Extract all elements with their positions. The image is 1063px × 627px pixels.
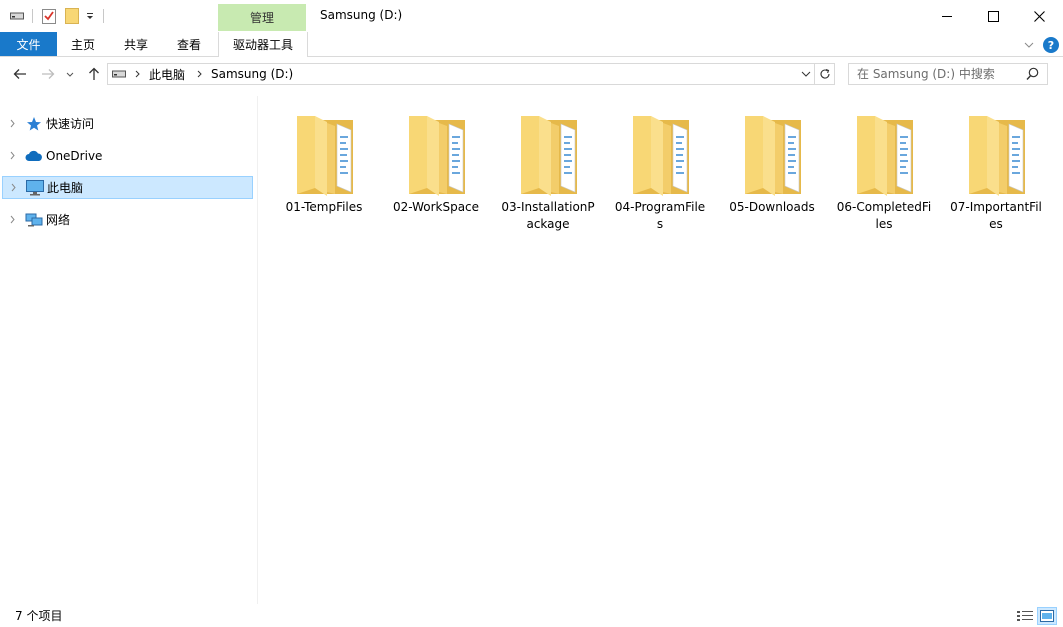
folder-item[interactable]: 03-InstallationPackage [500, 110, 596, 233]
expand-chevron-icon[interactable] [2, 151, 22, 160]
new-folder-icon[interactable] [64, 7, 80, 25]
status-bar: 7 个项目 [0, 604, 1063, 627]
minimize-button[interactable] [924, 0, 970, 32]
folder-item[interactable]: 04-ProgramFiles [612, 110, 708, 233]
folder-icon [627, 110, 693, 196]
maximize-button[interactable] [970, 0, 1016, 32]
breadcrumb-drive[interactable]: Samsung (D:) [211, 67, 293, 81]
folder-name: 03-InstallationPackage [501, 200, 595, 231]
refresh-icon [820, 68, 830, 79]
expand-chevron-icon[interactable] [2, 215, 22, 224]
folder-name: 01-TempFiles [285, 200, 363, 214]
tab-home[interactable]: 主页 [57, 32, 109, 56]
folder-icon [963, 110, 1029, 196]
folder-icon [403, 110, 469, 196]
expand-ribbon-button[interactable] [1022, 38, 1036, 52]
breadcrumb-separator-icon[interactable] [135, 70, 140, 78]
folder-icon [291, 110, 357, 196]
close-icon [1033, 10, 1045, 22]
properties-icon[interactable] [41, 7, 57, 25]
minimize-icon [942, 16, 952, 17]
back-button[interactable] [10, 64, 30, 84]
close-button[interactable] [1016, 0, 1062, 32]
chevron-down-icon [1024, 42, 1034, 48]
ribbon-tab-bar: 文件 主页 共享 查看 驱动器工具 [0, 32, 1063, 57]
address-bar[interactable]: 此电脑 Samsung (D:) [107, 63, 835, 85]
folder-item[interactable]: 06-CompletedFiles [836, 110, 932, 233]
sidebar-item-label: OneDrive [46, 148, 103, 163]
folder-item[interactable]: 07-ImportantFiles [948, 110, 1044, 233]
folder-name: 02-WorkSpace [392, 200, 480, 214]
sidebar-item-network[interactable]: 网络 [2, 208, 253, 231]
tab-drive-tools[interactable]: 驱动器工具 [218, 32, 308, 57]
navigation-pane: 快速访问 OneDrive 此电脑 网络 [0, 96, 258, 604]
large-icons-view-button[interactable] [1037, 607, 1057, 625]
forward-button[interactable] [38, 64, 58, 84]
sidebar-item-label: 快速访问 [46, 117, 95, 131]
address-history-button[interactable] [798, 64, 814, 84]
large-icons-view-icon [1040, 610, 1054, 622]
sidebar-item-label: 网络 [46, 213, 71, 227]
folder-name: 05-Downloads [729, 200, 815, 214]
refresh-button[interactable] [814, 64, 834, 84]
arrow-left-icon [13, 69, 26, 79]
drive-icon[interactable] [9, 7, 25, 25]
folder-item[interactable]: 05-Downloads [724, 110, 820, 216]
quick-access-separator [103, 9, 104, 23]
breadcrumb-this-pc[interactable]: 此电脑 [149, 66, 185, 83]
folder-name: 04-ProgramFiles [614, 200, 706, 231]
folder-item[interactable]: 02-WorkSpace [388, 110, 484, 216]
folder-name: 07-ImportantFiles [950, 200, 1042, 231]
file-list: 01-TempFiles 02-WorkSpace 03-Installatio… [258, 96, 1063, 604]
cloud-icon [24, 147, 44, 165]
up-button[interactable] [84, 64, 104, 84]
quick-access-separator [32, 9, 33, 23]
folder-item[interactable]: 01-TempFiles [276, 110, 372, 216]
chevron-down-icon [801, 71, 811, 77]
search-icon[interactable] [1026, 67, 1039, 84]
item-count: 7 个项目 [15, 609, 63, 623]
sidebar-item-onedrive[interactable]: OneDrive [2, 144, 253, 167]
breadcrumb-separator-icon[interactable] [197, 70, 202, 78]
recent-locations-button[interactable] [63, 64, 77, 84]
network-icon [24, 211, 44, 229]
folder-icon [851, 110, 917, 196]
help-button[interactable]: ? [1043, 37, 1059, 53]
drive-icon [112, 70, 126, 78]
star-icon [24, 115, 44, 133]
maximize-icon [987, 10, 999, 22]
details-view-icon [1017, 611, 1033, 621]
arrow-right-icon [42, 69, 55, 79]
search-box[interactable] [848, 63, 1048, 85]
context-tab-group-manage: 管理 [218, 4, 306, 31]
tab-view[interactable]: 查看 [163, 32, 215, 56]
folder-icon [739, 110, 805, 196]
arrow-up-icon [89, 67, 99, 80]
customize-quick-access-icon[interactable] [84, 7, 96, 25]
sidebar-item-this-pc[interactable]: 此电脑 [2, 176, 253, 199]
folder-name: 06-CompletedFiles [836, 200, 932, 231]
chevron-down-icon [66, 72, 74, 77]
computer-icon [25, 179, 45, 197]
folder-icon [515, 110, 581, 196]
details-view-button[interactable] [1015, 607, 1035, 625]
tab-file[interactable]: 文件 [0, 32, 57, 56]
search-input[interactable] [857, 67, 1022, 81]
window-title: Samsung (D:) [320, 8, 403, 22]
sidebar-item-label: 此电脑 [47, 181, 84, 195]
title-bar: 管理 Samsung (D:) [0, 0, 1063, 32]
tab-share[interactable]: 共享 [109, 32, 163, 56]
expand-chevron-icon[interactable] [2, 119, 22, 128]
sidebar-item-quick-access[interactable]: 快速访问 [2, 112, 253, 135]
expand-chevron-icon[interactable] [3, 183, 23, 192]
